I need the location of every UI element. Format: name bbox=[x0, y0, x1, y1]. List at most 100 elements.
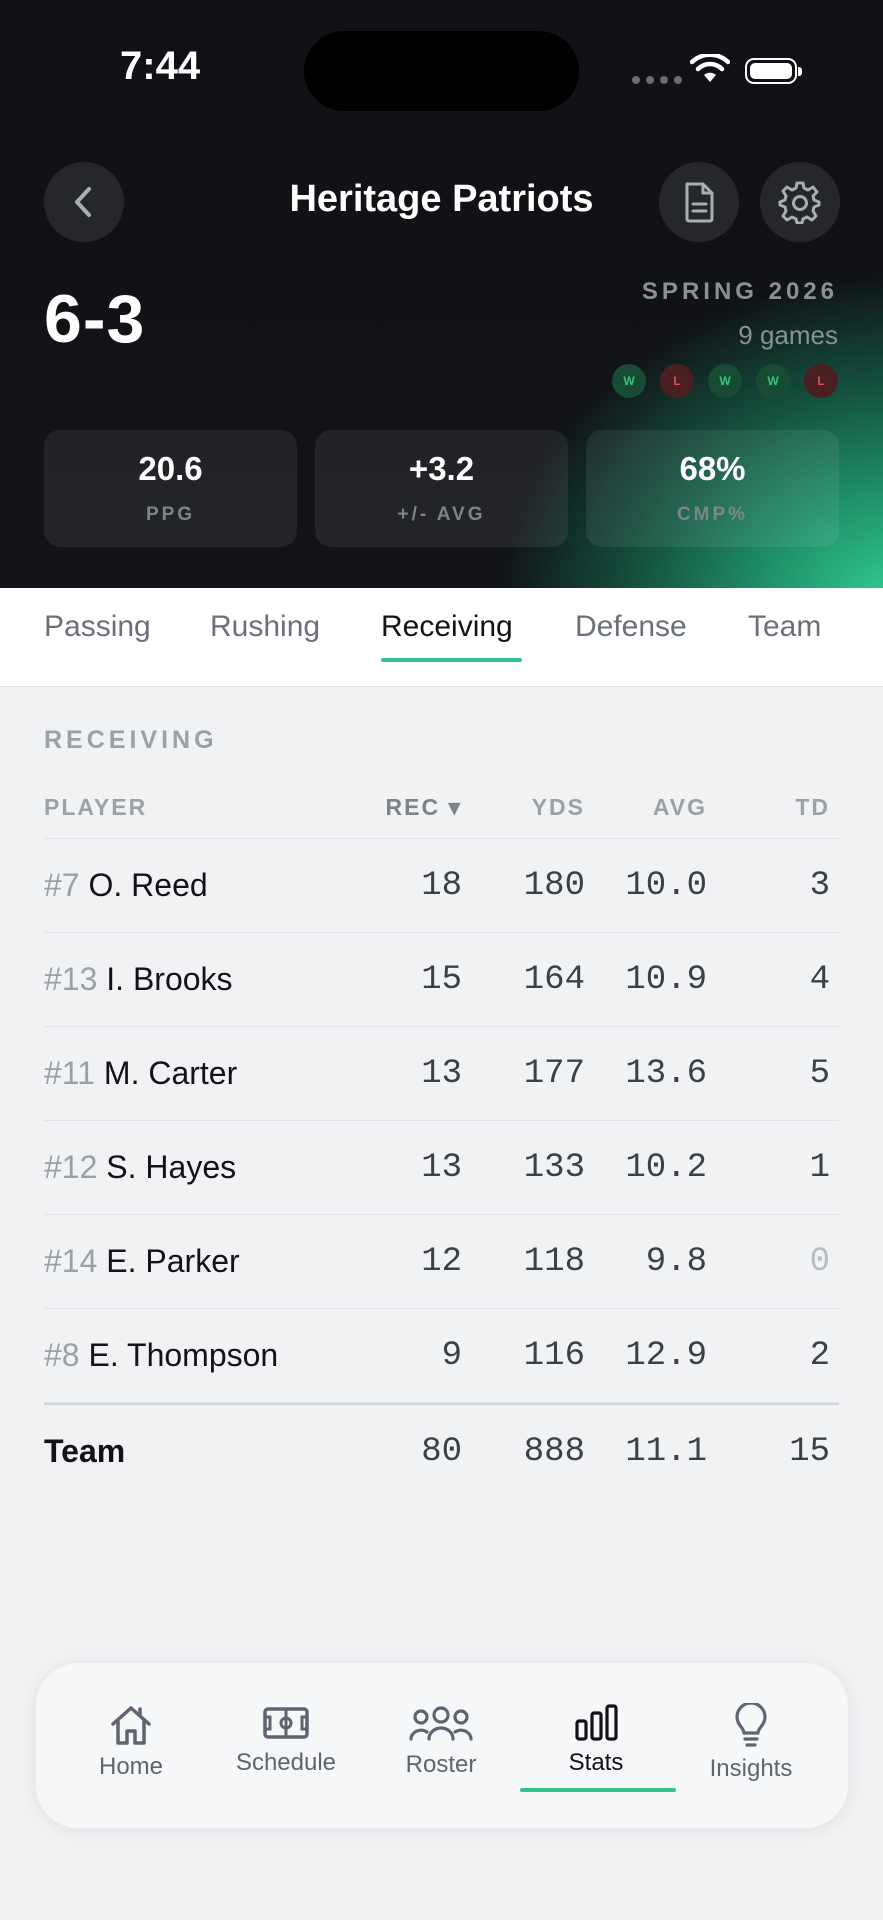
total-yds: 888 bbox=[523, 1433, 585, 1471]
column-player[interactable]: PLAYER bbox=[44, 794, 147, 821]
team-title: Heritage Patriots bbox=[289, 178, 594, 220]
table-row[interactable]: #12 S. Hayes 13 133 10.2 1 bbox=[44, 1121, 839, 1215]
recent-form: W L W W L bbox=[612, 364, 838, 398]
yds-value: 164 bbox=[523, 961, 585, 999]
report-button[interactable] bbox=[659, 162, 739, 242]
stat-value: 20.6 bbox=[138, 450, 203, 487]
jersey-number: #14 bbox=[44, 1243, 98, 1279]
yds-value: 118 bbox=[523, 1243, 585, 1281]
avg-value: 12.9 bbox=[625, 1337, 707, 1375]
jersey-number: #11 bbox=[44, 1055, 96, 1091]
nav-label: Home bbox=[98, 1753, 164, 1780]
tab-passing[interactable]: Passing bbox=[44, 610, 151, 644]
stat-label: +/- AVG bbox=[397, 504, 486, 525]
player-name: S. Hayes bbox=[106, 1149, 237, 1185]
table-row[interactable]: #8 E. Thompson 9 116 12.9 2 bbox=[44, 1309, 839, 1403]
jersey-number: #7 bbox=[44, 867, 80, 903]
stat-label: PPG bbox=[145, 504, 196, 525]
nav-label: Insights bbox=[709, 1755, 793, 1782]
column-yds[interactable]: YDS bbox=[532, 794, 585, 821]
nav-roster[interactable]: Roster bbox=[371, 1703, 511, 1779]
td-value: 4 bbox=[809, 961, 830, 999]
lightbulb-icon bbox=[735, 1703, 767, 1747]
tab-rushing[interactable]: Rushing bbox=[210, 610, 320, 644]
td-value: 1 bbox=[809, 1149, 830, 1187]
completion-card: 68% CMP% bbox=[586, 430, 839, 547]
player-name: E. Thompson bbox=[88, 1337, 279, 1373]
team-record: 6-3 bbox=[44, 281, 146, 357]
avg-value: 10.2 bbox=[625, 1149, 707, 1187]
team-header: 7:44 Heritage Patriots 6-3 SPRING 2026 9… bbox=[0, 0, 883, 588]
tab-defense[interactable]: Defense bbox=[575, 610, 687, 644]
people-icon bbox=[409, 1706, 473, 1741]
stat-value: 68% bbox=[679, 450, 746, 487]
total-avg: 11.1 bbox=[625, 1433, 707, 1471]
player-cell: #8 E. Thompson bbox=[44, 1337, 278, 1374]
total-rec: 80 bbox=[421, 1433, 462, 1471]
active-tab-indicator bbox=[381, 658, 522, 662]
player-cell: #7 O. Reed bbox=[44, 867, 208, 904]
stat-value: +3.2 bbox=[408, 450, 475, 487]
games-count: 9 games bbox=[738, 320, 838, 350]
bar-chart-icon bbox=[575, 1704, 618, 1741]
avg-value: 13.6 bbox=[625, 1055, 707, 1093]
nav-schedule[interactable]: Schedule bbox=[216, 1703, 356, 1777]
rec-value: 12 bbox=[421, 1243, 462, 1281]
column-rec-sorted[interactable]: REC ▾ bbox=[386, 794, 463, 821]
td-value: 3 bbox=[809, 867, 830, 905]
jersey-number: #12 bbox=[44, 1149, 98, 1185]
home-icon bbox=[111, 1706, 151, 1745]
total-td: 15 bbox=[789, 1433, 830, 1471]
td-value: 2 bbox=[809, 1337, 830, 1375]
table-row[interactable]: #13 I. Brooks 15 164 10.9 4 bbox=[44, 933, 839, 1027]
nav-label: Stats bbox=[568, 1749, 624, 1776]
yds-value: 133 bbox=[523, 1149, 585, 1187]
nav-home[interactable]: Home bbox=[61, 1703, 201, 1781]
gear-icon bbox=[778, 181, 821, 224]
bottom-nav: Home Schedule Roster Stats Insights bbox=[35, 1662, 849, 1829]
document-icon bbox=[685, 182, 714, 223]
player-cell: #12 S. Hayes bbox=[44, 1149, 236, 1186]
summary-cards: 20.6 PPG +3.2 +/- AVG 68% CMP% bbox=[44, 430, 839, 547]
avg-value: 10.9 bbox=[625, 961, 707, 999]
table-row[interactable]: #14 E. Parker 12 118 9.8 0 bbox=[44, 1215, 839, 1309]
td-value: 0 bbox=[809, 1243, 830, 1281]
jersey-number: #8 bbox=[44, 1337, 80, 1373]
column-td[interactable]: TD bbox=[795, 794, 830, 821]
total-label: Team bbox=[44, 1433, 126, 1469]
tab-team[interactable]: Team bbox=[748, 610, 821, 644]
player-cell: #13 I. Brooks bbox=[44, 961, 233, 998]
column-avg[interactable]: AVG bbox=[653, 794, 707, 821]
battery-icon bbox=[745, 58, 802, 84]
wifi-icon bbox=[690, 54, 730, 82]
form-result-loss: L bbox=[804, 364, 838, 398]
form-result-win: W bbox=[756, 364, 790, 398]
nav-label: Schedule bbox=[235, 1749, 337, 1776]
team-total-row: Team 80 888 11.1 15 bbox=[44, 1403, 839, 1497]
rec-value: 13 bbox=[421, 1149, 462, 1187]
receiving-table: PLAYER REC ▾ YDS AVG TD #7 O. Reed 18 18… bbox=[44, 770, 839, 1497]
nav-label: Roster bbox=[405, 1751, 477, 1778]
tab-receiving[interactable]: Receiving bbox=[381, 610, 513, 644]
avg-value: 9.8 bbox=[645, 1243, 707, 1281]
active-nav-indicator bbox=[520, 1788, 676, 1792]
form-result-win: W bbox=[612, 364, 646, 398]
field-icon bbox=[263, 1707, 309, 1739]
player-name: O. Reed bbox=[88, 867, 208, 903]
nav-insights[interactable]: Insights bbox=[681, 1703, 821, 1783]
plus-minus-card: +3.2 +/- AVG bbox=[315, 430, 568, 547]
player-cell: #11 M. Carter bbox=[44, 1055, 237, 1092]
nav-stats[interactable]: Stats bbox=[526, 1703, 666, 1777]
table-row[interactable]: #7 O. Reed 18 180 10.0 3 bbox=[44, 839, 839, 933]
settings-button[interactable] bbox=[760, 162, 840, 242]
player-name: E. Parker bbox=[106, 1243, 240, 1279]
player-name: M. Carter bbox=[103, 1055, 238, 1091]
rec-value: 9 bbox=[441, 1337, 462, 1375]
table-row[interactable]: #11 M. Carter 13 177 13.6 5 bbox=[44, 1027, 839, 1121]
avg-value: 10.0 bbox=[625, 867, 707, 905]
status-time: 7:44 bbox=[120, 44, 201, 88]
yds-value: 116 bbox=[523, 1337, 585, 1375]
season-label: SPRING 2026 bbox=[641, 278, 838, 305]
yds-value: 177 bbox=[523, 1055, 585, 1093]
form-result-loss: L bbox=[660, 364, 694, 398]
